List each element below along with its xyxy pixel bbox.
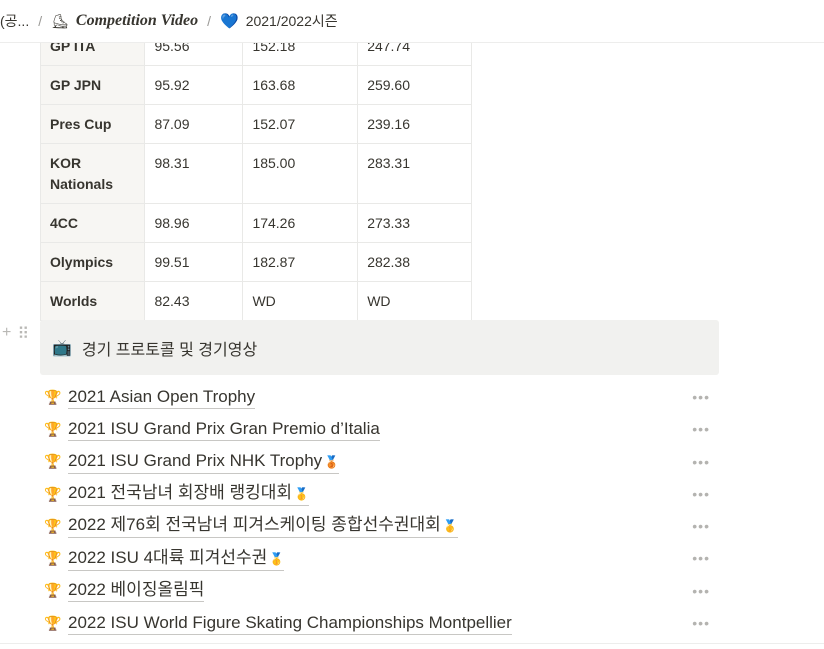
list-item[interactable]: 🏆 2022 ISU World Figure Skating Champion… [44,607,724,639]
page-link[interactable]: 2022 ISU World Figure Skating Championsh… [68,612,512,635]
section-callout[interactable]: 📺 경기 프로토콜 및 경기영상 [40,320,719,375]
bronze-medal-icon: 🥉 [324,454,340,469]
table-cell-free-skate[interactable]: 182.87 [242,242,359,282]
table-cell-short-program[interactable]: 82.43 [144,281,244,321]
more-options-icon[interactable]: ••• [692,389,710,405]
trophy-icon: 🏆 [44,420,62,437]
competition-list: 🏆 2021 Asian Open Trophy ••• 🏆 2021 ISU … [44,381,724,639]
page-link[interactable]: 2021 ISU Grand Prix Gran Premio d’Italia [68,418,380,441]
add-block-icon[interactable]: + [2,324,11,344]
table-cell-total[interactable]: WD [357,281,472,321]
page-link[interactable]: 2021 ISU Grand Prix NHK Trophy 🥉 [68,450,340,474]
trophy-icon: 🏆 [44,550,62,567]
table-cell-short-program[interactable]: 95.92 [144,65,244,105]
more-options-icon[interactable]: ••• [692,615,710,631]
table-cell-total[interactable]: 259.60 [357,65,472,105]
breadcrumb-season-label[interactable]: 2021/2022시즌 [246,11,338,31]
breadcrumb-item-season[interactable]: 💙 2021/2022시즌 [220,11,338,31]
more-options-icon[interactable]: ••• [692,486,710,502]
trophy-icon: 🏆 [44,453,62,470]
list-item[interactable]: 🏆 2022 ISU 4대륙 피겨선수권 🥇 ••• [44,542,724,574]
ice-skate-icon: ⛸ [51,12,69,29]
list-item[interactable]: 🏆 2021 ISU Grand Prix Gran Premio d’Ital… [44,413,724,445]
block-handle[interactable]: + ⠿ [2,324,29,344]
page-link[interactable]: 2021 Asian Open Trophy [68,386,256,409]
page-link[interactable]: 2021 전국남녀 회장배 랭킹대회 🥇 [68,482,309,507]
scores-table: GP ITA 95.56 152.18 247.74 GP JPN 95.92 … [40,26,472,321]
table-cell-total[interactable]: 273.33 [357,203,472,243]
list-item[interactable]: 🏆 2021 전국남녀 회장배 랭킹대회 🥇 ••• [44,478,724,510]
page-link[interactable]: 2022 베이징올림픽 [68,579,205,603]
more-options-icon[interactable]: ••• [692,550,710,566]
table-row: GP JPN 95.92 163.68 259.60 [40,65,472,105]
table-cell-free-skate[interactable]: WD [242,281,359,321]
breadcrumb-item-competition-video[interactable]: ⛸ Competition Video [51,12,198,30]
table-cell-free-skate[interactable]: 152.07 [242,104,359,144]
table-cell-short-program[interactable]: 99.51 [144,242,244,282]
breadcrumb-parent-label[interactable]: (공... [0,11,29,31]
table-cell-short-program[interactable]: 98.96 [144,203,244,243]
page-link[interactable]: 2022 ISU 4대륙 피겨선수권 🥇 [68,547,285,571]
table-cell-short-program[interactable]: 98.31 [144,143,244,204]
trophy-icon: 🏆 [44,517,62,534]
list-item[interactable]: 🏆 2021 Asian Open Trophy ••• [44,381,724,413]
breadcrumb-item-parent[interactable]: (공... [0,11,29,31]
breadcrumb: (공... / ⛸ Competition Video / 💙 2021/202… [0,0,824,43]
page-link-label: 2022 ISU 4대륙 피겨선수권 [68,547,268,567]
table-cell-total[interactable]: 282.38 [357,242,472,282]
table-cell-total[interactable]: 283.31 [357,143,472,204]
divider [0,643,824,644]
list-item[interactable]: 🏆 2021 ISU Grand Prix NHK Trophy 🥉 ••• [44,446,724,478]
scores-table-container: GP ITA 95.56 152.18 247.74 GP JPN 95.92 … [40,26,472,321]
more-options-icon[interactable]: ••• [692,583,710,599]
television-icon: 📺 [52,339,72,357]
table-cell-free-skate[interactable]: 185.00 [242,143,359,204]
trophy-icon: 🏆 [44,388,62,405]
page-link-label: 2022 제76회 전국남녀 피겨스케이팅 종합선수권대회 [68,515,441,535]
table-row: Pres Cup 87.09 152.07 239.16 [40,104,472,144]
trophy-icon: 🏆 [44,614,62,631]
trophy-icon: 🏆 [44,582,62,599]
page-link[interactable]: 2022 제76회 전국남녀 피겨스케이팅 종합선수권대회 🥇 [68,514,458,539]
breadcrumb-separator: / [38,13,43,29]
breadcrumb-separator: / [207,13,212,29]
table-cell-free-skate[interactable]: 174.26 [242,203,359,243]
list-item[interactable]: 🏆 2022 베이징올림픽 ••• [44,575,724,607]
table-cell-event[interactable]: Olympics [40,242,146,282]
page-link-label: 2021 ISU Grand Prix NHK Trophy [68,450,323,470]
blue-heart-icon: 💙 [220,13,239,30]
table-cell-event[interactable]: Worlds [40,281,146,321]
table-cell-event[interactable]: KOR Nationals [40,143,146,204]
table-cell-event[interactable]: Pres Cup [40,104,146,144]
table-cell-event[interactable]: 4CC [40,203,146,243]
more-options-icon[interactable]: ••• [692,518,710,534]
gold-medal-icon: 🥇 [442,519,458,534]
page-link-label: 2021 전국남녀 회장배 랭킹대회 [68,483,293,503]
table-cell-event[interactable]: GP JPN [40,65,146,105]
more-options-icon[interactable]: ••• [692,454,710,470]
trophy-icon: 🏆 [44,485,62,502]
gold-medal-icon: 🥇 [294,487,309,502]
gold-medal-icon: 🥇 [269,551,285,566]
list-item[interactable]: 🏆 2022 제76회 전국남녀 피겨스케이팅 종합선수권대회 🥇 ••• [44,510,724,542]
breadcrumb-competition-video-label[interactable]: Competition Video [76,12,198,30]
section-title[interactable]: 경기 프로토콜 및 경기영상 [82,336,257,360]
table-row: 4CC 98.96 174.26 273.33 [40,203,472,243]
drag-handle-icon[interactable]: ⠿ [17,324,29,344]
more-options-icon[interactable]: ••• [692,421,710,437]
table-cell-total[interactable]: 239.16 [357,104,472,144]
table-row: KOR Nationals 98.31 185.00 283.31 [40,143,472,204]
table-cell-short-program[interactable]: 87.09 [144,104,244,144]
table-row: Olympics 99.51 182.87 282.38 [40,242,472,282]
table-cell-free-skate[interactable]: 163.68 [242,65,359,105]
table-row: Worlds 82.43 WD WD [40,281,472,321]
